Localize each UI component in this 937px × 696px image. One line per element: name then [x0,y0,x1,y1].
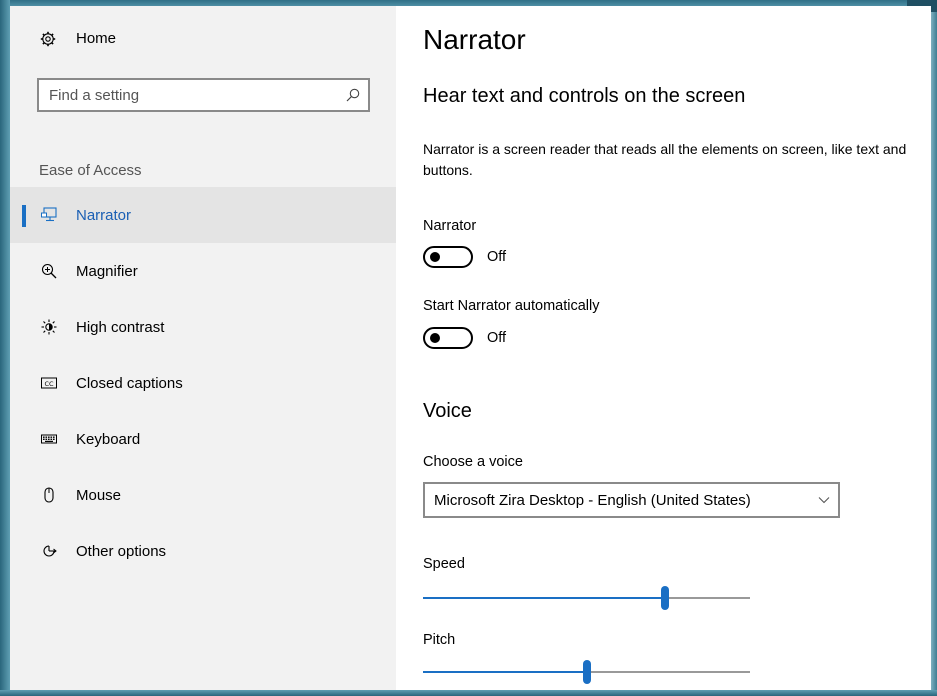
narrator-toggle-state: Off [487,249,507,265]
main-panel: Narrator Hear text and controls on the s… [396,6,931,690]
sidebar-item-closed-captions[interactable]: CC Closed captions [10,355,396,411]
sidebar: Home Ease of Access Narrato [10,6,396,690]
settings-window: Home Ease of Access Narrato [10,6,931,690]
svg-text:CC: CC [44,380,54,388]
speed-slider[interactable] [423,586,750,610]
gear-icon [40,31,56,46]
search-input[interactable] [49,86,346,104]
mouse-icon [44,487,54,503]
search-box[interactable] [37,78,370,112]
sidebar-item-label: Narrator [76,206,132,224]
page-title: Narrator [423,24,526,55]
sidebar-item-label: Closed captions [76,374,183,392]
section-label: Ease of Access [39,162,142,179]
sidebar-item-label: High contrast [76,318,165,336]
slider-fill [423,671,587,673]
toggle-knob [430,252,440,262]
narrator-toggle-row: Off [423,246,506,268]
home-label: Home [76,30,117,47]
sidebar-item-label: Mouse [76,486,122,504]
page-subtitle: Hear text and controls on the screen [423,85,746,107]
narrator-toggle-label: Narrator [423,218,477,234]
voice-heading: Voice [423,400,472,422]
chevron-down-icon [818,497,830,504]
voice-select[interactable]: Microsoft Zira Desktop - English (United… [423,482,840,518]
keyboard-icon [41,434,57,444]
sidebar-item-mouse[interactable]: Mouse [10,467,396,523]
high-contrast-icon [41,319,57,335]
sidebar-item-high-contrast[interactable]: High contrast [10,299,396,355]
search-icon[interactable] [346,88,360,102]
auto-start-toggle-row: Off [423,327,506,349]
sidebar-item-magnifier[interactable]: Magnifier [10,243,396,299]
auto-start-toggle-label: Start Narrator automatically [423,298,600,314]
slider-thumb[interactable] [582,660,591,684]
auto-start-toggle-state: Off [487,330,507,346]
sidebar-item-other-options[interactable]: Other options [10,523,396,579]
page-description: Narrator is a screen reader that reads a… [423,141,907,178]
sidebar-item-label: Keyboard [76,430,141,448]
pitch-label: Pitch [423,632,456,648]
speed-label: Speed [423,556,465,572]
home-link[interactable]: Home [40,30,116,47]
sidebar-item-label: Other options [76,542,167,560]
other-options-icon [43,545,57,557]
sidebar-item-label: Magnifier [76,262,138,280]
slider-thumb[interactable] [660,586,669,610]
narrator-toggle[interactable] [423,246,473,268]
voice-select-value: Microsoft Zira Desktop - English (United… [434,491,751,509]
auto-start-toggle[interactable] [423,327,473,349]
sidebar-item-keyboard[interactable]: Keyboard [10,411,396,467]
pitch-slider[interactable] [423,660,750,684]
sidebar-item-narrator[interactable]: Narrator [10,187,396,243]
slider-fill [423,597,665,599]
narrator-icon [41,207,57,222]
magnifier-icon [41,263,57,279]
toggle-knob [430,333,440,343]
voice-select-label: Choose a voice [423,454,523,470]
closed-captions-icon: CC [41,377,57,389]
sidebar-nav: Narrator Magnifier High contrast CC Clos… [10,187,396,579]
